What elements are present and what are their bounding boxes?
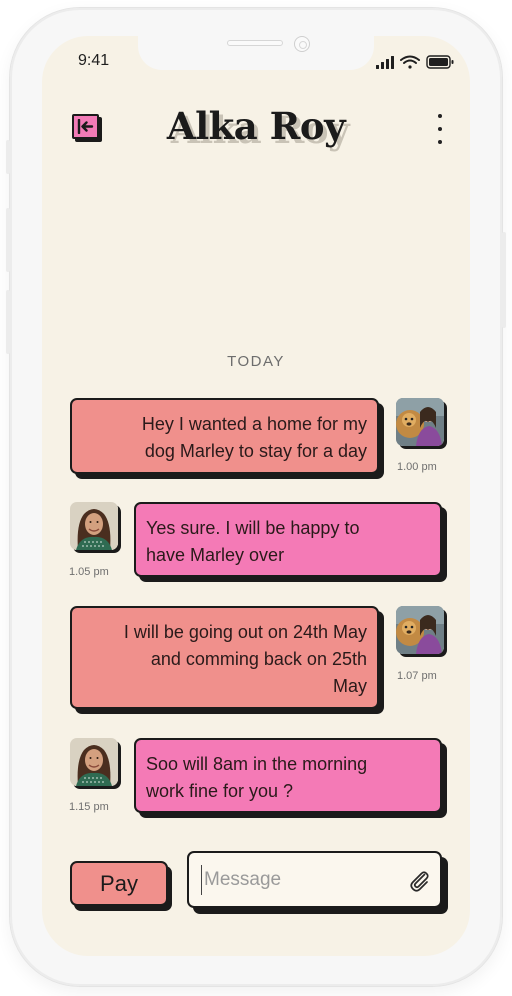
more-vertical-icon-dot [438, 127, 442, 131]
message-bubble-received[interactable]: Yes sure. I will be happy to have Marley… [134, 502, 442, 577]
message-text-line: have Marley over [146, 545, 285, 565]
message-text-line: I will be going out on 24th May [123, 622, 367, 642]
message-text-line: Yes sure. I will be happy to [146, 518, 360, 538]
more-vertical-icon-dot [438, 114, 442, 118]
app-screen [42, 36, 470, 956]
pay-button[interactable]: Pay [70, 861, 168, 906]
signal-icon [376, 56, 394, 69]
message-text-line: and comming back on 25th [150, 649, 367, 669]
message-timestamp: 1.00 pm [397, 461, 437, 473]
message-bubble-sent[interactable]: Hey I wanted a home for my dog Marley to… [70, 398, 379, 474]
more-options-button[interactable] [430, 114, 450, 144]
arrow-left-icon [77, 119, 94, 134]
avatar-alka-roy [70, 502, 118, 550]
phone-side-button [6, 208, 10, 272]
avatar-user-dog [396, 606, 444, 654]
message-text-line: May [332, 676, 367, 696]
more-vertical-icon-dot [438, 140, 442, 144]
message-bubble-sent[interactable]: I will be going out on 24th May and comm… [70, 606, 379, 709]
speaker-grille [227, 40, 283, 46]
chat-contact-name: Alka Roy [166, 104, 346, 148]
paperclip-icon[interactable] [407, 868, 431, 892]
message-timestamp: 1.05 pm [69, 566, 109, 578]
date-divider: TODAY [227, 353, 285, 370]
wifi-icon [400, 55, 420, 69]
back-button-face [72, 114, 99, 139]
message-input[interactable] [201, 865, 401, 895]
status-time: 9:41 [78, 52, 110, 69]
back-button[interactable] [72, 114, 102, 142]
message-bubble-received[interactable]: Soo will 8am in the morning work fine fo… [134, 738, 442, 813]
message-text-line: Soo will 8am in the morning [146, 754, 368, 774]
phone-side-button [6, 140, 10, 174]
message-text-line: work fine for you ? [146, 781, 294, 801]
message-composer [187, 851, 442, 908]
avatar-user-dog [396, 398, 444, 446]
message-timestamp: 1.07 pm [397, 670, 437, 682]
message-text-line: dog Marley to stay for a day [144, 441, 367, 461]
message-timestamp: 1.15 pm [69, 801, 109, 813]
battery-icon [426, 55, 454, 69]
status-icons [376, 55, 454, 69]
front-camera [294, 36, 310, 52]
phone-side-button [502, 232, 506, 328]
avatar-alka-roy [70, 738, 118, 786]
message-text-line: Hey I wanted a home for my [141, 414, 367, 434]
phone-side-button [6, 290, 10, 354]
